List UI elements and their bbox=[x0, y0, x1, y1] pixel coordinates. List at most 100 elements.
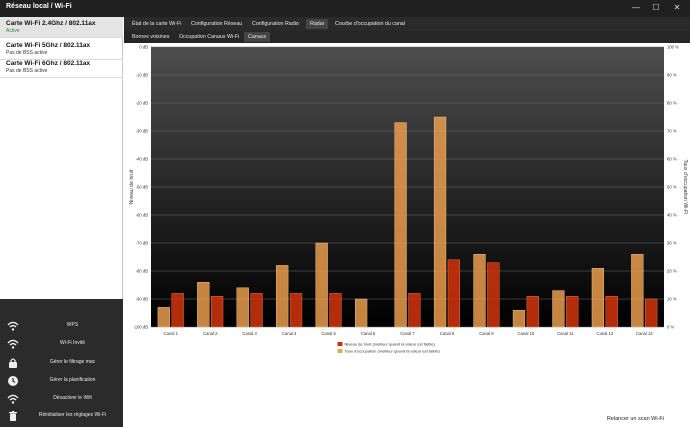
menu-label: Désactiver le Wifi bbox=[53, 395, 92, 401]
y-left-tick-label: -40 dB bbox=[136, 157, 149, 162]
wifi-icon bbox=[7, 321, 19, 331]
tab-etat-carte[interactable]: État de la carte Wi-Fi bbox=[128, 19, 185, 29]
occupancy-bar bbox=[236, 287, 249, 328]
tab-radar[interactable]: Radar bbox=[306, 19, 329, 29]
menu-label: WPS bbox=[66, 322, 79, 328]
action-menu: WPS Wi-Fi Invité Gérer le filtrage mac G… bbox=[0, 299, 123, 427]
noise-bar bbox=[289, 293, 303, 328]
minimize-button[interactable]: — bbox=[630, 2, 642, 14]
menu-label: Wi-Fi Invité bbox=[60, 340, 85, 346]
wifi-icon bbox=[7, 394, 19, 404]
main-panel: 0 dB 100 % -10 dB 90 % -20 dB 80 % -30 dB 70 % -… bbox=[124, 43, 690, 427]
guest-wifi-button[interactable]: Wi-Fi Invité bbox=[0, 335, 123, 353]
window-title: Réseau local / Wi-Fi bbox=[6, 3, 72, 10]
noise-bar bbox=[250, 293, 263, 328]
wifi-app-window: Réseau local / Wi-Fi — ☐ ✕ Carte Wi-Fi 2… bbox=[0, 0, 690, 427]
lock-icon bbox=[9, 358, 17, 368]
subtab-bornes-voisines[interactable]: Bornes voisines bbox=[128, 32, 173, 42]
noise-bar bbox=[566, 295, 579, 328]
y-left-tick-label: 0 dB bbox=[139, 45, 148, 50]
reset-wifi-button[interactable]: Réinitialiser les réglages Wi-Fi bbox=[0, 407, 123, 425]
y-left-axis-label: Niveau de bruit bbox=[129, 169, 135, 204]
y-right-tick-label: 40 % bbox=[667, 213, 677, 218]
subtab-canaux[interactable]: Canaux bbox=[244, 32, 271, 42]
legend-swatch bbox=[337, 349, 343, 353]
y-right-tick-label: 0 % bbox=[667, 325, 674, 330]
y-left-tick-label: -60 dB bbox=[136, 213, 149, 218]
x-tick-label: Canal 9 bbox=[479, 331, 494, 336]
x-tick-label: Canal 12 bbox=[596, 331, 613, 336]
occupancy-bar bbox=[197, 281, 210, 328]
title-bar: Réseau local / Wi-Fi — ☐ ✕ bbox=[0, 0, 690, 17]
menu-label: Réinitialiser les réglages Wi-Fi bbox=[38, 412, 107, 418]
legend-label: Niveau de bruit (meilleur quand la valeu… bbox=[345, 342, 436, 347]
x-tick-label: Canal 3 bbox=[242, 331, 257, 336]
occupancy-bar bbox=[433, 116, 447, 328]
x-tick-label: Canal 13 bbox=[636, 331, 653, 336]
noise-bar bbox=[171, 293, 184, 328]
occupancy-bar bbox=[276, 265, 289, 328]
tab-courbe-occupation[interactable]: Courbe d'occupation du canal bbox=[331, 19, 409, 29]
menu-label: Gérer le filtrage mac bbox=[49, 359, 96, 365]
clock-icon bbox=[8, 376, 18, 386]
y-left-tick-label: -70 dB bbox=[136, 241, 149, 246]
y-right-tick-label: 60 % bbox=[667, 157, 677, 162]
noise-bar bbox=[329, 293, 342, 328]
maximize-button[interactable]: ☐ bbox=[650, 2, 662, 14]
schedule-button[interactable]: Gérer la planification bbox=[0, 372, 123, 390]
card-name: Carte Wi-Fi 6Ghz / 802.11ax bbox=[6, 60, 91, 67]
main-tabs: État de la carte Wi-Fi Configuration Rés… bbox=[124, 17, 690, 31]
occupancy-bar bbox=[354, 298, 368, 328]
card-wifi-6ghz[interactable]: Carte Wi-Fi 6Ghz / 802.11ax Pas de BSS a… bbox=[0, 57, 123, 78]
y-left-tick-label: -50 dB bbox=[136, 185, 149, 190]
rescan-wifi-button[interactable]: Relancer un scan Wi-Fi bbox=[607, 416, 664, 422]
y-right-tick-label: 80 % bbox=[667, 101, 677, 106]
occupancy-bar bbox=[591, 267, 605, 328]
x-tick-label: Canal 10 bbox=[518, 331, 535, 336]
wifi-icon bbox=[7, 339, 19, 349]
x-tick-label: Canal 1 bbox=[164, 331, 179, 336]
card-wifi-24ghz[interactable]: Carte Wi-Fi 2.4Ghz / 802.11ax Active bbox=[0, 17, 123, 38]
card-status: Active bbox=[6, 28, 20, 34]
card-name: Carte Wi-Fi 2.4Ghz / 802.11ax bbox=[6, 20, 96, 27]
y-right-tick-label: 90 % bbox=[667, 73, 677, 78]
legend-swatch bbox=[337, 342, 343, 346]
x-tick-label: Canal 8 bbox=[440, 331, 455, 336]
card-name: Carte Wi-Fi 5Ghz / 802.11ax bbox=[6, 42, 91, 49]
y-right-tick-label: 50 % bbox=[667, 185, 677, 190]
noise-bar bbox=[645, 298, 658, 328]
close-button[interactable]: ✕ bbox=[671, 2, 683, 14]
subtab-occupation-canaux[interactable]: Occupation Canaux Wi-Fi bbox=[175, 32, 243, 42]
y-right-tick-label: 70 % bbox=[667, 129, 677, 134]
y-right-tick-label: 100 % bbox=[667, 45, 679, 50]
y-right-axis-label: Taux d'occupation Wi-Fi bbox=[682, 160, 688, 215]
x-tick-label: Canal 11 bbox=[557, 331, 574, 336]
occupancy-bar bbox=[631, 253, 644, 328]
legend-label: Taux d'occupation (meilleur quand la val… bbox=[345, 349, 441, 354]
tab-configuration-reseau[interactable]: Configuration Réseau bbox=[187, 19, 246, 29]
occupancy-bar bbox=[512, 310, 526, 328]
y-right-tick-label: 20 % bbox=[667, 269, 677, 274]
trash-icon bbox=[9, 411, 17, 421]
occupancy-bar bbox=[473, 253, 486, 328]
noise-bar bbox=[408, 293, 421, 328]
tab-configuration-radio[interactable]: Configuration Radio bbox=[248, 19, 303, 29]
occupancy-bar bbox=[552, 290, 565, 328]
channel-chart: 0 dB 100 % -10 dB 90 % -20 dB 80 % -30 dB 70 % -… bbox=[129, 45, 688, 354]
y-left-tick-label: -100 dB bbox=[133, 325, 148, 330]
y-left-tick-label: -80 dB bbox=[136, 269, 149, 274]
noise-bar bbox=[447, 259, 461, 328]
noise-bar bbox=[526, 295, 539, 328]
occupancy-bar bbox=[315, 242, 328, 328]
wps-button[interactable]: WPS bbox=[0, 317, 123, 335]
radar-subtabs: Bornes voisines Occupation Canaux Wi-Fi … bbox=[124, 31, 690, 43]
disable-wifi-button[interactable]: Désactiver le Wifi bbox=[0, 390, 123, 408]
x-tick-label: Canal 4 bbox=[282, 331, 297, 336]
noise-bar bbox=[487, 262, 500, 328]
y-left-tick-label: -90 dB bbox=[136, 297, 149, 302]
y-left-tick-label: -10 dB bbox=[136, 73, 149, 78]
mac-filter-button[interactable]: Gérer le filtrage mac bbox=[0, 354, 123, 372]
occupancy-bar bbox=[394, 122, 407, 328]
noise-bar bbox=[605, 295, 618, 328]
x-tick-label: Canal 6 bbox=[361, 331, 376, 336]
